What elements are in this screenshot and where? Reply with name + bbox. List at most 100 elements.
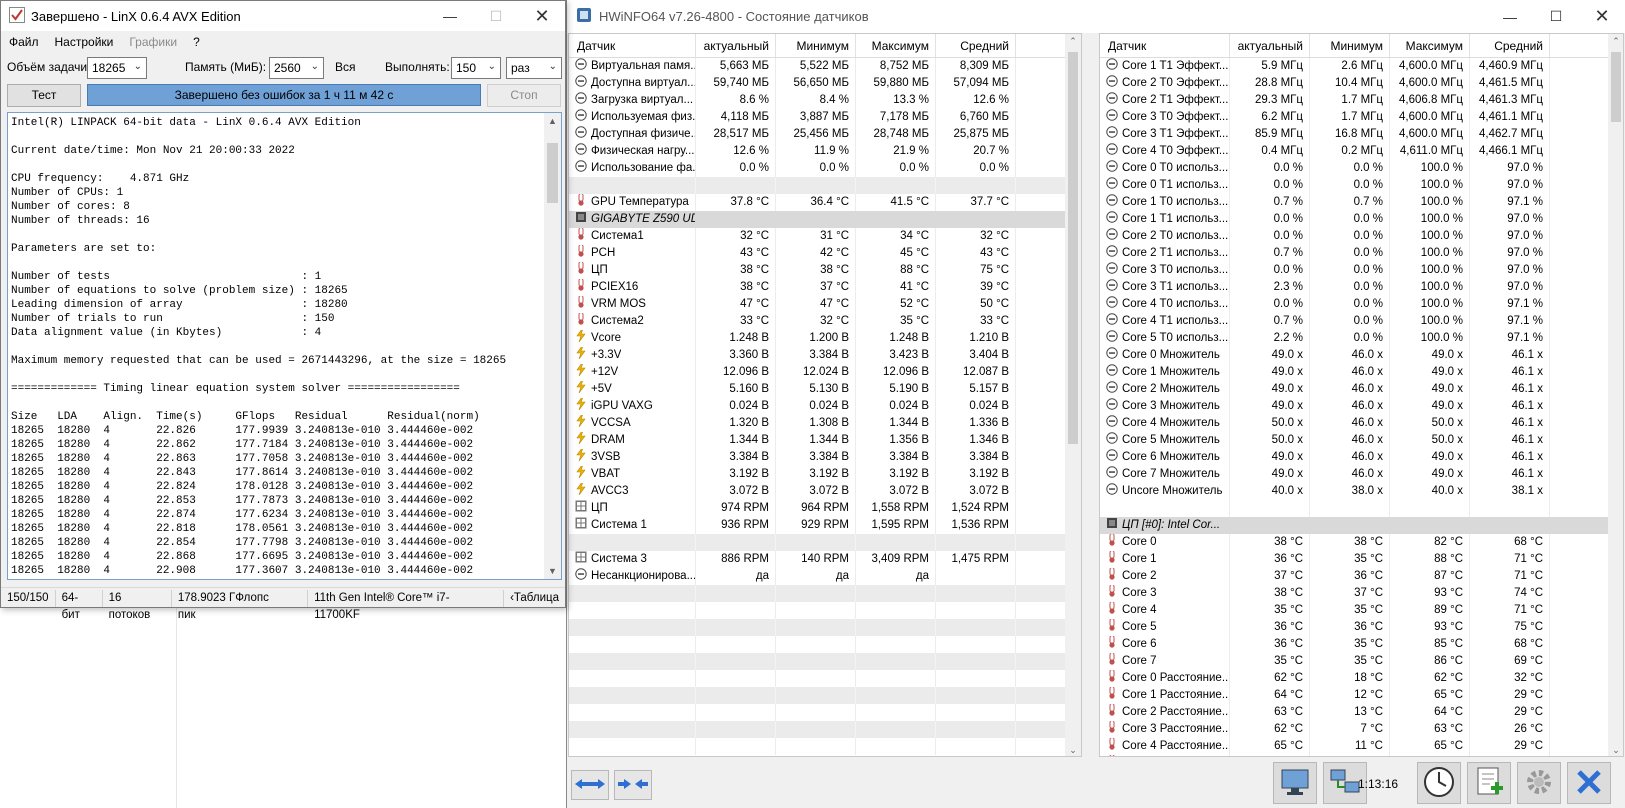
sensor-row[interactable]: Система2 33 °C 32 °C 35 °C 33 °C bbox=[569, 313, 1081, 330]
sensor-row[interactable]: 3VSB 3.384 В 3.384 В 3.384 В 3.384 В bbox=[569, 449, 1081, 466]
sensor-row[interactable]: VCCSA 1.320 В 1.308 В 1.344 В 1.336 В bbox=[569, 415, 1081, 432]
clock-button[interactable] bbox=[1417, 762, 1461, 804]
col-avg[interactable]: Средний bbox=[1470, 34, 1550, 57]
nav-left-right-button[interactable] bbox=[571, 770, 609, 800]
right-scrollbar[interactable]: ⌃ ⌄ bbox=[1608, 34, 1623, 756]
sensor-row[interactable]: Доступна виртуал... 59,740 МБ 56,650 МБ 59,… bbox=[569, 75, 1081, 92]
sensor-row-empty[interactable] bbox=[569, 177, 1081, 194]
col-current[interactable]: актуальный bbox=[696, 34, 776, 57]
sensor-row[interactable]: Core 2 37 °C 36 °C 87 °C 71 °C bbox=[1100, 568, 1623, 585]
sensor-row[interactable]: Core 0 T1 использ... 0.0 % 0.0 % 100.0 % 97.… bbox=[1100, 177, 1623, 194]
sensor-row[interactable]: VBAT 3.192 В 3.192 В 3.192 В 3.192 В bbox=[569, 466, 1081, 483]
test-button[interactable]: Тест bbox=[7, 84, 81, 107]
sensor-group-header[interactable]: ЦП [#0]: Intel Cor... bbox=[1100, 517, 1623, 534]
sensor-row-empty[interactable] bbox=[569, 619, 1081, 636]
scroll-up-icon[interactable]: ▲ bbox=[544, 113, 561, 129]
sensor-row-empty[interactable] bbox=[569, 585, 1081, 602]
sensor-row[interactable]: Несанкционирова... да да да bbox=[569, 568, 1081, 585]
left-scrollbar[interactable]: ⌃ ⌄ bbox=[1065, 34, 1081, 756]
sensor-row[interactable]: Core 3 T0 Эффект... 6.2 МГц 1.7 МГц 4,600.0… bbox=[1100, 109, 1623, 126]
sensor-row[interactable]: VRM MOS 47 °C 47 °C 52 °C 50 °C bbox=[569, 296, 1081, 313]
sensor-row[interactable]: Загрузка виртуал... 8.6 % 8.4 % 13.3 % 12.6 … bbox=[569, 92, 1081, 109]
sensor-row[interactable]: ЦП 974 RPM 964 RPM 1,558 RPM 1,524 RPM bbox=[569, 500, 1081, 517]
col-sensor[interactable]: Датчик bbox=[569, 34, 696, 57]
sensor-row[interactable]: Core 1 T0 использ... 0.7 % 0.7 % 100.0 % 97.… bbox=[1100, 194, 1623, 211]
sensor-row[interactable]: Core 2 T1 использ... 0.7 % 0.0 % 100.0 % 97.… bbox=[1100, 245, 1623, 262]
sensor-row-empty[interactable] bbox=[569, 670, 1081, 687]
col-avg[interactable]: Средний bbox=[936, 34, 1016, 57]
sensor-row-empty[interactable] bbox=[1100, 500, 1623, 517]
sensor-row[interactable]: Core 4 Расстояние... 65 °C 11 °C 65 °C 29 °C bbox=[1100, 738, 1623, 755]
sensor-row[interactable]: Система1 32 °C 31 °C 34 °C 32 °C bbox=[569, 228, 1081, 245]
sensor-row-empty[interactable] bbox=[569, 721, 1081, 738]
sensor-row[interactable]: +5V 5.160 В 5.130 В 5.190 В 5.157 В bbox=[569, 381, 1081, 398]
monitor-button[interactable] bbox=[1273, 762, 1317, 804]
sensor-row[interactable]: Core 0 Расстояние... 62 °C 18 °C 62 °C 32 °C bbox=[1100, 670, 1623, 687]
scroll-down-icon[interactable]: ⌄ bbox=[1608, 745, 1623, 756]
sensor-row[interactable]: ЦП 38 °C 38 °C 88 °C 75 °C bbox=[569, 262, 1081, 279]
sensor-row-empty[interactable] bbox=[569, 738, 1081, 755]
sensor-row[interactable]: Core 3 Множитель 49.0 x 46.0 x 49.0 x 46.1 x bbox=[1100, 398, 1623, 415]
sensor-row[interactable]: Core 2 T1 Эффект... 29.3 МГц 1.7 МГц 4,606.… bbox=[1100, 92, 1623, 109]
sensor-group-header[interactable]: GIGABYTE Z590 UD... bbox=[569, 211, 1081, 228]
settings-button[interactable] bbox=[1517, 762, 1561, 804]
nav-right-left-button[interactable] bbox=[614, 770, 652, 800]
sensor-row[interactable]: Core 7 35 °C 35 °C 86 °C 69 °C bbox=[1100, 653, 1623, 670]
sensor-row[interactable]: Core 1 36 °C 35 °C 88 °C 71 °C bbox=[1100, 551, 1623, 568]
sensor-row[interactable]: Core 2 Множитель 49.0 x 46.0 x 49.0 x 46.1 x bbox=[1100, 381, 1623, 398]
sensors-pane-left[interactable]: Датчик актуальный Минимум Максимум Средн… bbox=[568, 33, 1082, 757]
sensor-row-empty[interactable] bbox=[569, 602, 1081, 619]
scroll-thumb[interactable] bbox=[1611, 52, 1621, 122]
sensor-row[interactable]: +12V 12.096 В 12.024 В 12.096 В 12.087 В bbox=[569, 364, 1081, 381]
sensor-row[interactable]: Core 3 Расстояние... 62 °C 7 °C 63 °C 26 °C bbox=[1100, 721, 1623, 738]
sensor-row[interactable]: Система 3 886 RPM 140 RPM 3,409 RPM 1,475 RP… bbox=[569, 551, 1081, 568]
sensor-row[interactable]: Core 1 T1 использ... 0.0 % 0.0 % 100.0 % 97.… bbox=[1100, 211, 1623, 228]
sensor-row[interactable]: PCIEX16 38 °C 37 °C 41 °C 39 °C bbox=[569, 279, 1081, 296]
sensor-row[interactable]: AVCC3 3.072 В 3.072 В 3.072 В 3.072 В bbox=[569, 483, 1081, 500]
sensor-row[interactable]: Физическая нагру... 12.6 % 11.9 % 21.9 % 20.… bbox=[569, 143, 1081, 160]
sensor-row[interactable]: Uncore Множитель 40.0 x 38.0 x 40.0 x 38.1 x bbox=[1100, 483, 1623, 500]
sensor-row[interactable]: Core 4 35 °C 35 °C 89 °C 71 °C bbox=[1100, 602, 1623, 619]
sensor-row[interactable]: Core 2 T0 использ... 0.0 % 0.0 % 100.0 % 97.… bbox=[1100, 228, 1623, 245]
sensor-row[interactable]: Core 1 T1 Эффект... 5.9 МГц 2.6 МГц 4,600.0… bbox=[1100, 58, 1623, 75]
menu-settings[interactable]: Настройки bbox=[47, 35, 122, 49]
sensor-row[interactable]: Core 1 Множитель 49.0 x 46.0 x 49.0 x 46.1 x bbox=[1100, 364, 1623, 381]
sensor-row[interactable]: Core 0 T0 использ... 0.0 % 0.0 % 100.0 % 97.… bbox=[1100, 160, 1623, 177]
hwinfo-titlebar[interactable]: HWiNFO64 v7.26-4800 - Состояние датчиков… bbox=[567, 0, 1625, 33]
sensor-row-empty[interactable] bbox=[569, 653, 1081, 670]
sensor-row-empty[interactable] bbox=[569, 534, 1081, 551]
scroll-up-icon[interactable]: ⌃ bbox=[1065, 36, 1081, 47]
sensor-row[interactable]: Использование фа... 0.0 % 0.0 % 0.0 % 0.0 % bbox=[569, 160, 1081, 177]
menu-graphs[interactable]: Графики bbox=[121, 35, 185, 49]
sensor-row[interactable]: +3.3V 3.360 В 3.384 В 3.423 В 3.404 В bbox=[569, 347, 1081, 364]
problem-size-combo[interactable]: 18265 ⌄ bbox=[87, 57, 147, 79]
sensor-row[interactable]: Core 1 Расстояние... 64 °C 12 °C 65 °C 29 °C bbox=[1100, 687, 1623, 704]
sensor-row[interactable]: Core 6 36 °C 35 °C 85 °C 68 °C bbox=[1100, 636, 1623, 653]
sensor-row[interactable]: Core 2 Расстояние... 63 °C 13 °C 64 °C 29 °C bbox=[1100, 704, 1623, 721]
exit-button[interactable] bbox=[1567, 762, 1611, 804]
col-min[interactable]: Минимум bbox=[776, 34, 856, 57]
sensor-row[interactable]: PCH 43 °C 42 °C 45 °C 43 °C bbox=[569, 245, 1081, 262]
sensor-row[interactable]: Core 0 Множитель 49.0 x 46.0 x 49.0 x 46.1 x bbox=[1100, 347, 1623, 364]
sensor-row[interactable]: Доступная физиче... 28,517 МБ 25,456 МБ 28,… bbox=[569, 126, 1081, 143]
output-log[interactable]: Intel(R) LINPACK 64-bit data - LinX 0.6.… bbox=[7, 112, 562, 580]
run-count-combo[interactable]: 150 ⌄ bbox=[451, 57, 501, 79]
maximize-button[interactable]: ☐ bbox=[473, 1, 519, 32]
report-button[interactable] bbox=[1467, 762, 1511, 804]
sensor-row-empty[interactable] bbox=[569, 636, 1081, 653]
menu-file[interactable]: Файл bbox=[1, 35, 47, 49]
sensor-row[interactable]: Core 2 T0 Эффект... 28.8 МГц 10.4 МГц 4,600… bbox=[1100, 75, 1623, 92]
sensor-row[interactable]: Core 4 T1 использ... 0.7 % 0.0 % 100.0 % 97.… bbox=[1100, 313, 1623, 330]
col-max[interactable]: Максимум bbox=[1390, 34, 1470, 57]
memory-combo[interactable]: 2560 ⌄ bbox=[269, 57, 324, 79]
sensor-row[interactable]: Core 0 38 °C 38 °C 82 °C 68 °C bbox=[1100, 534, 1623, 551]
stop-button[interactable]: Стоп bbox=[487, 84, 561, 107]
sensor-row[interactable]: GPU Температура 37.8 °C 36.4 °C 41.5 °C 37.7… bbox=[569, 194, 1081, 211]
linx-titlebar[interactable]: Завершено - LinX 0.6.4 AVX Edition — ☐ ✕ bbox=[1, 1, 565, 32]
sensor-row[interactable]: Core 4 T0 использ... 0.0 % 0.0 % 100.0 % 97.… bbox=[1100, 296, 1623, 313]
scroll-down-icon[interactable]: ▼ bbox=[544, 563, 561, 579]
close-button[interactable]: ✕ bbox=[519, 1, 565, 32]
sensor-row[interactable]: Используемая физ... 4,118 МБ 3,887 МБ 7,178… bbox=[569, 109, 1081, 126]
maximize-button[interactable]: ☐ bbox=[1533, 1, 1579, 32]
menu-help[interactable]: ? bbox=[185, 35, 208, 49]
